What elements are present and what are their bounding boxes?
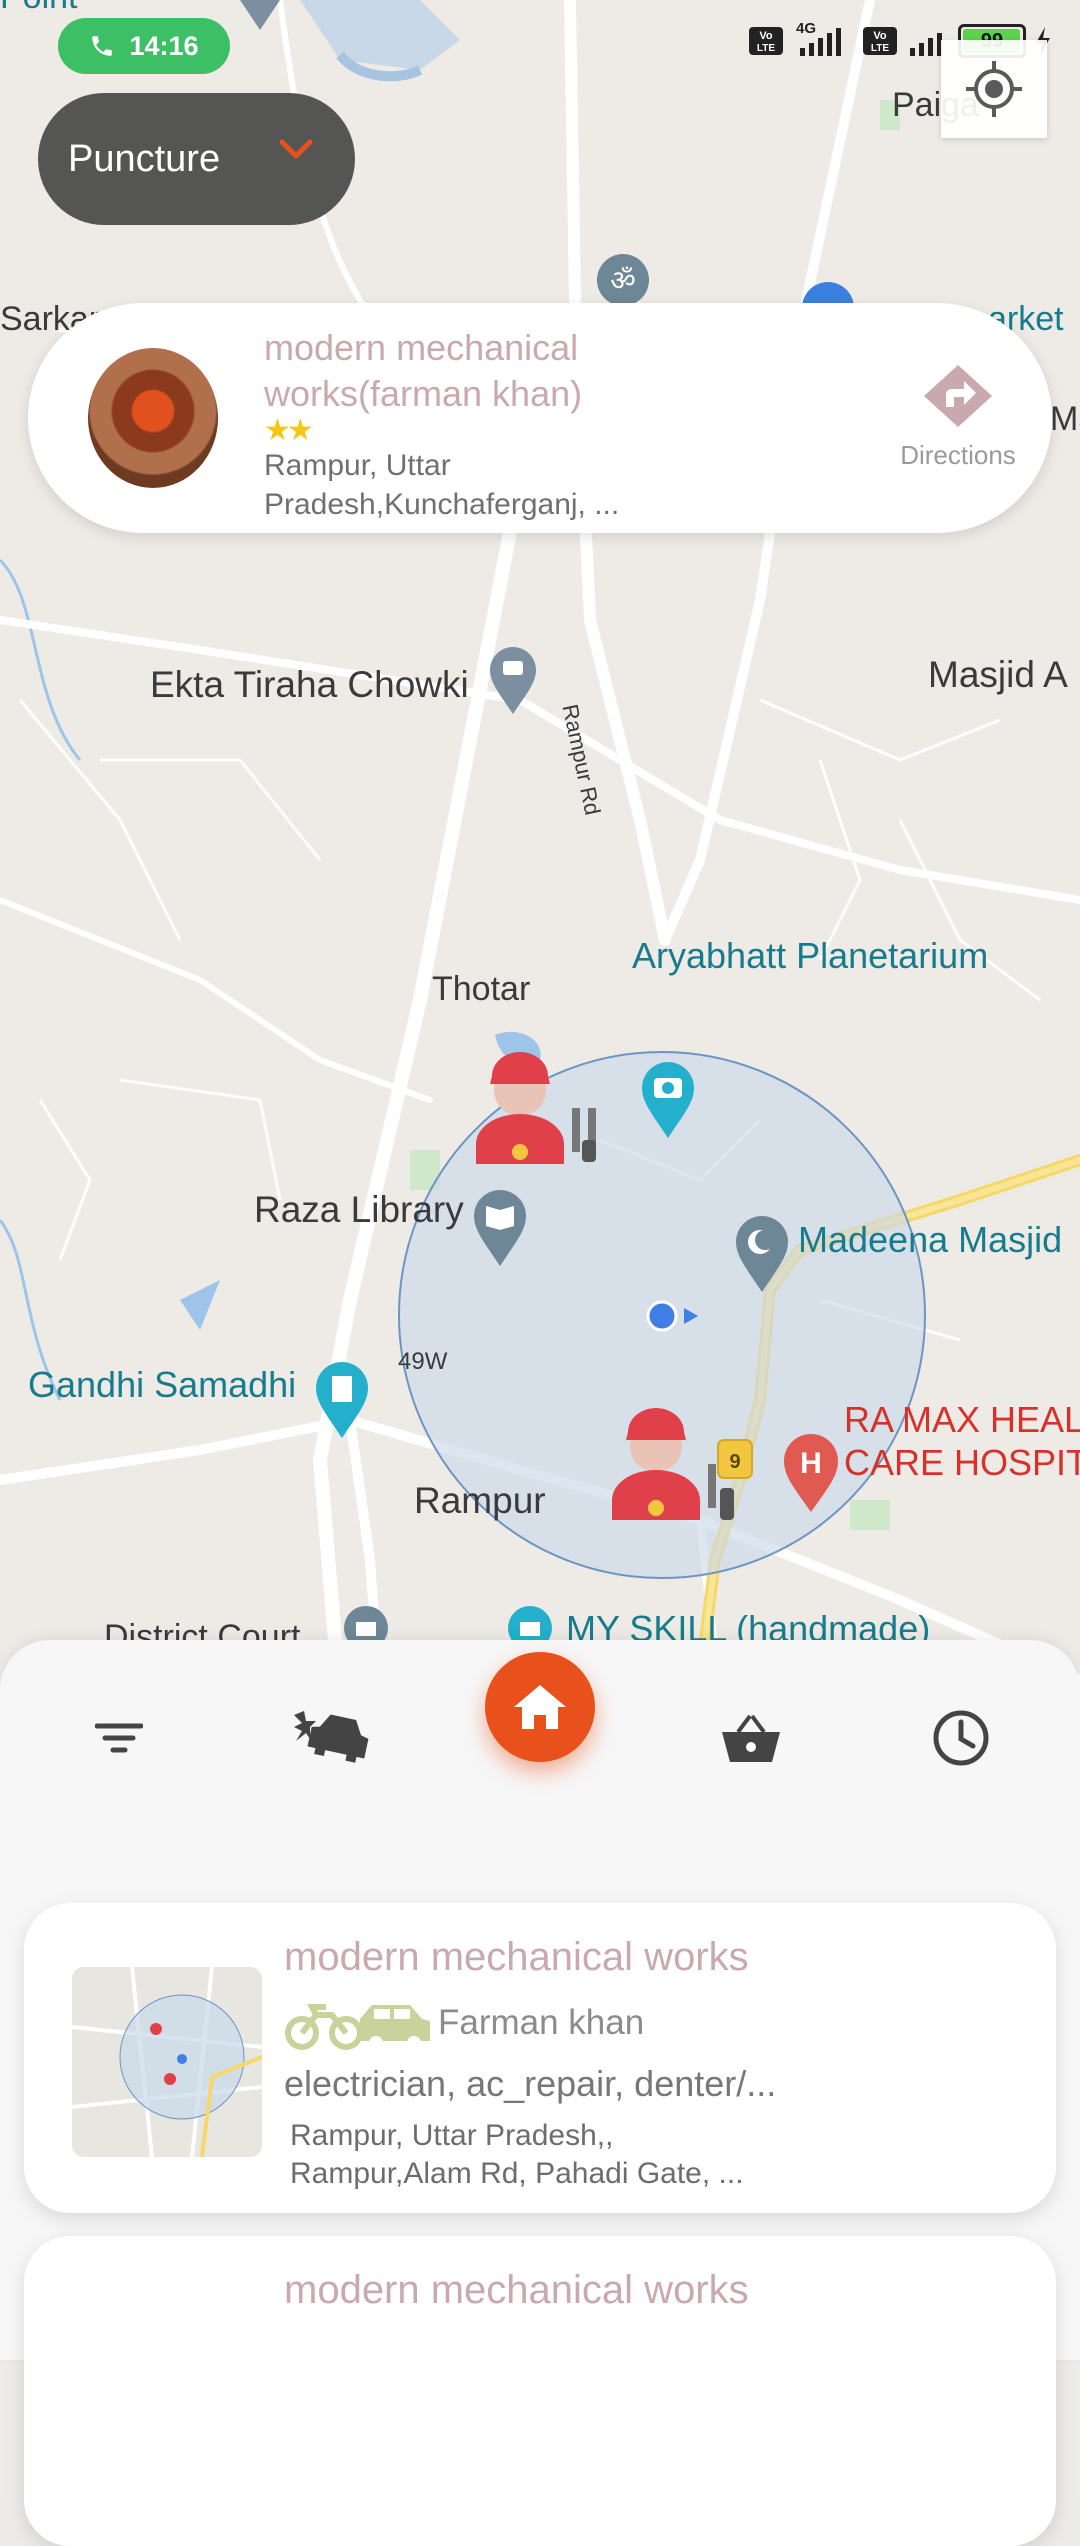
listing-owner: Farman khan [438, 2003, 645, 2042]
shop-address: Rampur, Uttar Pradesh,Kunchaferganj, ... [264, 449, 620, 521]
map-label-masjid-a: Masjid A [928, 654, 1068, 695]
svg-text:H: H [800, 1447, 822, 1480]
map-label-ra-max-hospital: RA MAX HEAL CARE HOSPIT. [844, 1399, 1080, 1483]
map-label-raza-library: Raza Library [254, 1189, 464, 1230]
basket-icon [722, 1714, 780, 1762]
service-filter-dropdown[interactable]: Puncture [38, 93, 355, 225]
mosque-pin-icon[interactable] [734, 1214, 790, 1294]
volte-icon: VoLTE [749, 27, 783, 55]
hospital-pin-icon[interactable]: H [782, 1432, 840, 1514]
directions-label: Directions [900, 440, 1016, 470]
home-icon [514, 1685, 566, 1729]
police-pin-icon[interactable] [488, 644, 538, 716]
listing-title: modern mechanical works [284, 2268, 749, 2312]
my-location-button[interactable] [941, 40, 1047, 138]
volte-icon: VoLTE [863, 27, 897, 55]
cart-button[interactable] [706, 1693, 796, 1783]
map-label-thotar: Thotar [432, 970, 531, 1008]
history-button[interactable] [916, 1693, 1006, 1783]
filter-button[interactable] [74, 1693, 164, 1783]
shop-map-thumbnail [72, 1967, 262, 2157]
breakdown-button[interactable] [290, 1693, 380, 1783]
monument-pin-icon[interactable] [314, 1360, 370, 1440]
map-label-ekta-tiraha: Ekta Tiraha Chowki [150, 664, 469, 705]
mechanic-marker-icon[interactable] [472, 1048, 612, 1168]
signal-strength-icon: 4G [792, 20, 854, 58]
listing-address: Rampur, Uttar Pradesh,, Rampur,Alam Rd, … [290, 2119, 744, 2190]
map-label-49w: 49W [398, 1348, 448, 1375]
current-location-dot [646, 1300, 698, 1332]
ongoing-call-pill[interactable]: 14:16 [58, 18, 230, 74]
map-label-gandhi-samadhi: Gandhi Samadhi [28, 1364, 297, 1405]
selected-shop-card[interactable]: modern mechanical works(farman khan) ★★ … [28, 303, 1052, 533]
shop-rating-stars: ★★ [264, 414, 314, 447]
phone-icon [92, 36, 113, 56]
shop-list-item[interactable]: modern mechanical works [24, 2236, 1056, 2546]
shop-name: modern mechanical works(farman khan) [264, 327, 583, 414]
call-time: 14:16 [129, 30, 199, 61]
service-filter-selected: Puncture [68, 137, 221, 180]
car-crash-icon [294, 1711, 369, 1763]
map-label-madeena-masjid: Madeena Masjid [798, 1219, 1063, 1260]
svg-text:LTE: LTE [757, 43, 775, 54]
directions-button[interactable]: Directions [868, 363, 1048, 471]
temple-pin-icon[interactable]: ॐ [595, 252, 651, 308]
map-label-point: Point [0, 0, 78, 17]
map-view[interactable]: Point Paiga Sarkar arket Ma Ekta Tiraha … [0, 0, 1080, 1700]
crosshair-icon [966, 61, 1022, 117]
map-label-ma: Ma [1050, 400, 1080, 438]
map-label-rampur: Rampur [414, 1480, 546, 1521]
filter-icon [95, 1723, 143, 1753]
listing-services: electrician, ac_repair, denter/... [284, 2063, 777, 2104]
clock-icon [933, 1710, 989, 1766]
svg-text:Vo: Vo [759, 30, 773, 42]
svg-text:Vo: Vo [873, 30, 887, 42]
library-pin-icon[interactable] [472, 1188, 528, 1268]
svg-text:LTE: LTE [871, 43, 889, 54]
camera-pin-icon[interactable] [640, 1060, 696, 1140]
listing-title: modern mechanical works [284, 1935, 749, 1979]
directions-icon [924, 365, 992, 427]
mechanic-marker-icon[interactable] [608, 1404, 748, 1524]
map-label-aryabhatt: Aryabhatt Planetarium [632, 935, 989, 976]
shop-avatar [88, 348, 218, 488]
chevron-down-icon [279, 139, 313, 159]
camera-pin-icon[interactable] [230, 0, 290, 70]
shop-list-item[interactable]: modern mechanical works Farman khan elec… [24, 1903, 1056, 2213]
svg-text:ॐ: ॐ [610, 264, 636, 297]
home-button[interactable] [485, 1652, 595, 1762]
bike-car-icon [285, 2004, 430, 2050]
